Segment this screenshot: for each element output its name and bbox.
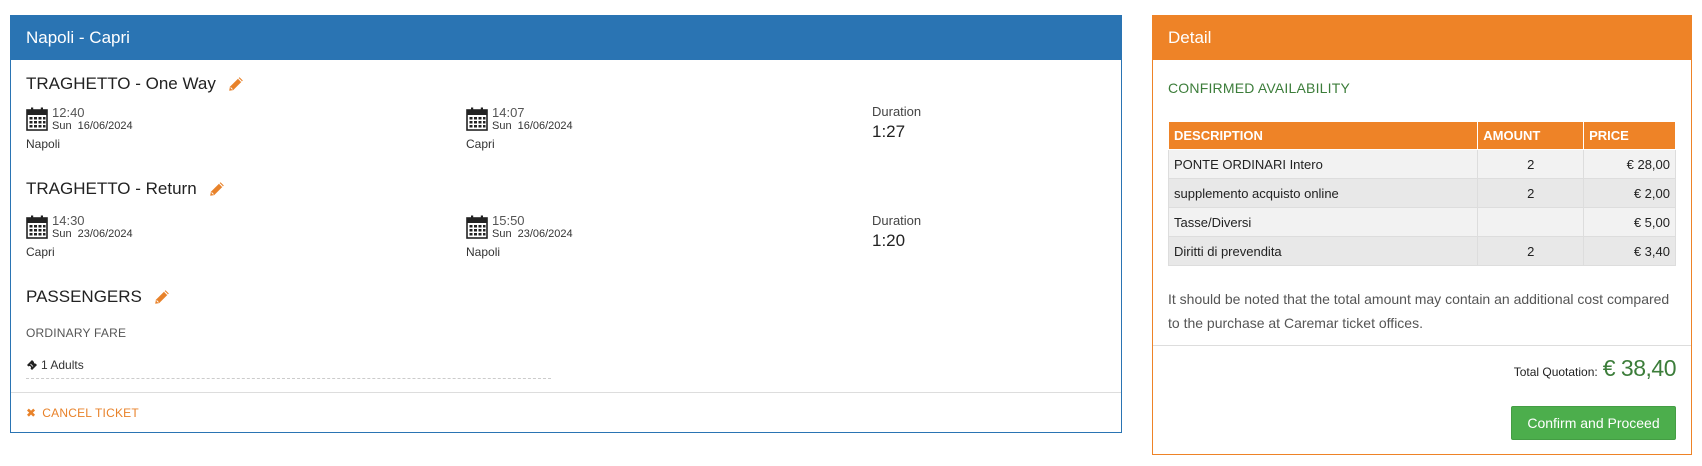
- price-table: DESCRIPTION AMOUNT PRICE PONTE ORDINARI …: [1167, 121, 1676, 266]
- outbound-title: TRAGHETTO - One Way: [26, 74, 216, 93]
- outbound-arrival: 14:07 Sun 16/06/2024 Capri: [466, 105, 573, 151]
- calendar-icon: [26, 215, 48, 239]
- departure-day: Sun: [52, 228, 72, 240]
- edit-passengers-pencil-icon[interactable]: [154, 289, 170, 305]
- departure-time: 12:40: [52, 105, 85, 120]
- table-row: Tasse/Diversi € 5,00: [1167, 207, 1676, 237]
- close-icon: ✖: [26, 406, 37, 420]
- trip-route-title: Napoli - Capri: [11, 16, 1121, 60]
- departure-day: Sun: [52, 120, 72, 132]
- arrival-port: Capri: [466, 137, 495, 151]
- arrival-port: Napoli: [466, 245, 501, 259]
- calendar-icon: [466, 107, 488, 131]
- confirm-and-proceed-button[interactable]: Confirm and Proceed: [1511, 406, 1676, 440]
- departure-port: Capri: [26, 245, 55, 259]
- departure-date: 16/06/2024: [77, 120, 133, 132]
- row-amount: 2: [1477, 236, 1585, 266]
- passenger-count-row: 1 Adults: [26, 358, 551, 379]
- edit-return-pencil-icon[interactable]: [209, 181, 225, 197]
- return-title: TRAGHETTO - Return: [26, 179, 197, 198]
- return-arrival: 15:50 Sun 23/06/2024 Napoli: [466, 213, 573, 259]
- arrival-date: 16/06/2024: [517, 120, 573, 132]
- price-table-header-row: DESCRIPTION AMOUNT PRICE: [1167, 121, 1676, 150]
- cancel-ticket-label: CANCEL TICKET: [42, 406, 139, 420]
- table-row: PONTE ORDINARI Intero 2 € 28,00: [1167, 149, 1676, 179]
- arrival-day: Sun: [492, 120, 512, 132]
- cost-disclaimer: It should be noted that the total amount…: [1168, 291, 1670, 331]
- passengers-section-title: PASSENGERS: [26, 287, 170, 307]
- column-header-amount: AMOUNT: [1477, 121, 1585, 150]
- column-header-description: DESCRIPTION: [1167, 121, 1479, 150]
- total-quotation: Total Quotation: € 38,40: [1513, 355, 1677, 382]
- cancel-ticket-link[interactable]: ✖ CANCEL TICKET: [26, 406, 139, 420]
- total-value: € 38,40: [1602, 355, 1677, 381]
- duration-value: 1:27: [872, 122, 906, 141]
- column-header-price: PRICE: [1583, 121, 1676, 150]
- total-label: Total Quotation:: [1513, 365, 1598, 379]
- divider: [1153, 345, 1691, 346]
- departure-date: 23/06/2024: [77, 228, 133, 240]
- departure-time: 14:30: [52, 213, 85, 228]
- row-price: € 28,00: [1583, 149, 1676, 179]
- row-amount: 2: [1477, 149, 1585, 179]
- edit-outbound-pencil-icon[interactable]: [228, 76, 244, 92]
- detail-title: Detail: [1153, 16, 1691, 60]
- ticket-icon: [27, 360, 37, 370]
- arrival-date: 23/06/2024: [517, 228, 573, 240]
- outbound-duration: Duration 1:27: [872, 104, 921, 142]
- duration-label: Duration: [872, 104, 922, 119]
- outbound-section-title: TRAGHETTO - One Way: [26, 74, 244, 94]
- arrival-day: Sun: [492, 228, 512, 240]
- trip-body: TRAGHETTO - One Way 12:40 Sun 16/06/2024 …: [11, 60, 1121, 433]
- arrival-time: 15:50: [492, 213, 525, 228]
- detail-panel: Detail CONFIRMED AVAILABILITY DESCRIPTIO…: [1152, 15, 1692, 455]
- row-description: supplemento acquisto online: [1167, 178, 1479, 208]
- row-amount: [1477, 207, 1585, 237]
- return-duration: Duration 1:20: [872, 213, 921, 251]
- availability-status: CONFIRMED AVAILABILITY: [1168, 80, 1351, 96]
- return-departure: 14:30 Sun 23/06/2024 Capri: [26, 213, 133, 259]
- duration-value: 1:20: [872, 231, 906, 250]
- row-price: € 2,00: [1583, 178, 1676, 208]
- return-section-title: TRAGHETTO - Return: [26, 179, 225, 199]
- row-price: € 5,00: [1583, 207, 1676, 237]
- row-amount: 2: [1477, 178, 1585, 208]
- row-description: Diritti di prevendita: [1167, 236, 1479, 266]
- row-description: PONTE ORDINARI Intero: [1167, 149, 1479, 179]
- adults-count: 1 Adults: [41, 358, 84, 372]
- duration-label: Duration: [872, 213, 922, 228]
- fare-type: ORDINARY FARE: [26, 326, 127, 340]
- outbound-departure: 12:40 Sun 16/06/2024 Napoli: [26, 105, 133, 151]
- row-description: Tasse/Diversi: [1167, 207, 1479, 237]
- table-row: Diritti di prevendita 2 € 3,40: [1167, 236, 1676, 266]
- trip-footer: ✖ CANCEL TICKET: [11, 392, 1121, 433]
- calendar-icon: [26, 107, 48, 131]
- table-row: supplemento acquisto online 2 € 2,00: [1167, 178, 1676, 208]
- calendar-icon: [466, 215, 488, 239]
- trip-panel: Napoli - Capri TRAGHETTO - One Way 12:40…: [10, 15, 1122, 433]
- arrival-time: 14:07: [492, 105, 525, 120]
- row-price: € 3,40: [1583, 236, 1676, 266]
- departure-port: Napoli: [26, 137, 61, 151]
- passengers-title: PASSENGERS: [26, 287, 142, 306]
